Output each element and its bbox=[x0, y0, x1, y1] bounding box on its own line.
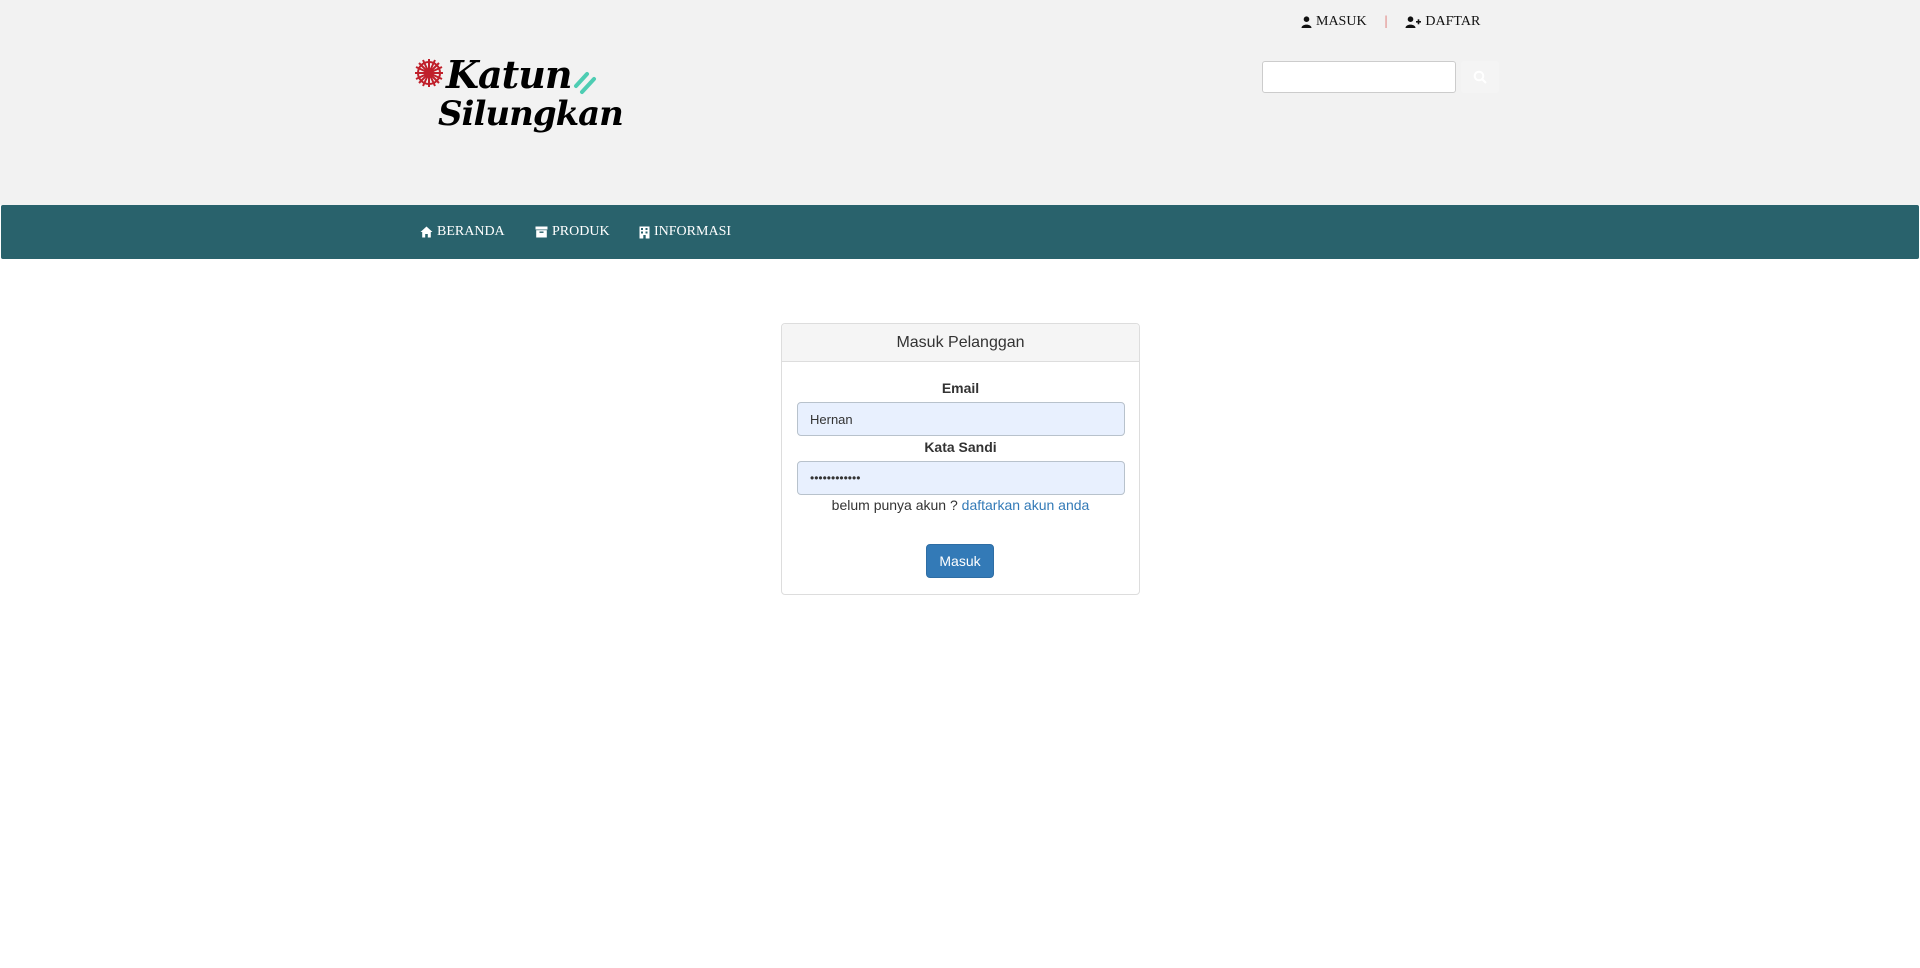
register-link[interactable]: DAFTAR bbox=[1405, 14, 1480, 30]
nav-item-beranda[interactable]: BERANDA bbox=[420, 205, 505, 259]
email-field[interactable]: Hernan bbox=[797, 402, 1125, 436]
flower-logo-icon bbox=[415, 59, 443, 87]
register-prompt-text: belum punya akun ? bbox=[831, 497, 958, 513]
search-input[interactable] bbox=[1262, 61, 1456, 93]
nav-item-produk[interactable]: PRODUK bbox=[535, 205, 610, 259]
nav-item-label: PRODUK bbox=[552, 224, 610, 239]
logo-text-line2: Silungkan bbox=[438, 94, 624, 134]
user-plus-icon bbox=[1405, 16, 1422, 28]
nav-item-label: BERANDA bbox=[437, 224, 505, 239]
account-links: MASUK | DAFTAR bbox=[1301, 14, 1480, 30]
search-button[interactable] bbox=[1461, 61, 1499, 93]
login-panel-title: Masuk Pelanggan bbox=[782, 324, 1139, 362]
user-icon bbox=[1301, 16, 1312, 28]
logo-accent-mark bbox=[574, 72, 596, 94]
top-header: MASUK | DAFTAR Katun Silungkan bbox=[0, 0, 1920, 205]
password-label: Kata Sandi bbox=[924, 439, 997, 455]
login-panel: Masuk Pelanggan Email Hernan Kata Sandi … bbox=[781, 323, 1140, 595]
register-link-label: DAFTAR bbox=[1425, 14, 1481, 29]
link-separator: | bbox=[1384, 14, 1388, 29]
search-icon bbox=[1473, 70, 1487, 84]
nav-item-label: INFORMASI bbox=[654, 224, 732, 239]
logo-text-line1: Katun bbox=[446, 52, 572, 97]
register-prompt: belum punya akun ? daftarkan akun anda bbox=[782, 497, 1139, 513]
nav-item-informasi[interactable]: INFORMASI bbox=[639, 205, 731, 259]
home-icon bbox=[420, 226, 433, 238]
login-link-label: MASUK bbox=[1316, 14, 1367, 29]
register-account-link[interactable]: daftarkan akun anda bbox=[962, 497, 1090, 513]
email-label: Email bbox=[941, 380, 980, 396]
building-icon bbox=[639, 226, 650, 238]
archive-icon bbox=[535, 226, 548, 238]
site-logo[interactable]: Katun Silungkan bbox=[412, 52, 624, 148]
login-submit-button[interactable]: Masuk bbox=[926, 544, 994, 578]
main-navbar: BERANDA PRODUK INFORMASI bbox=[1, 205, 1919, 259]
login-link[interactable]: MASUK bbox=[1301, 14, 1367, 30]
password-field[interactable]: •••••••••••• bbox=[797, 461, 1125, 495]
